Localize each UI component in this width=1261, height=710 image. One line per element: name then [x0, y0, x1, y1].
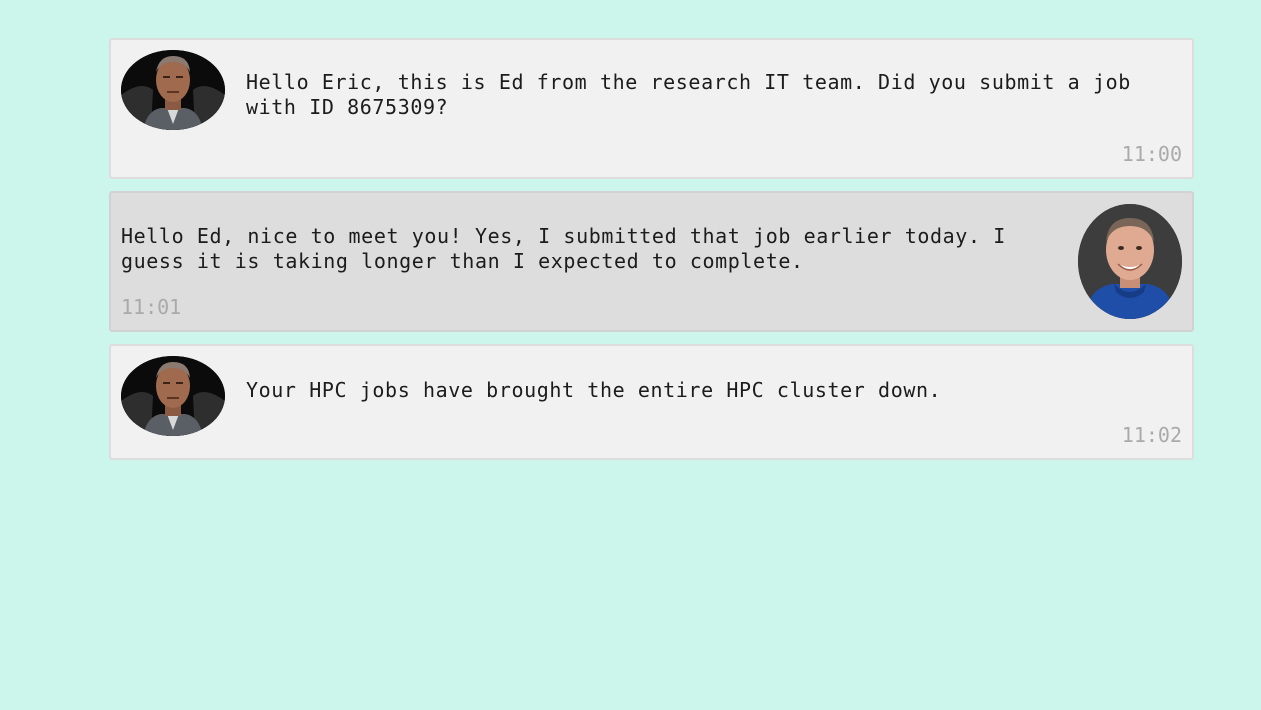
message-text: Hello Ed, nice to meet you! Yes, I submi…: [121, 224, 1019, 273]
ed-avatar-icon: [121, 50, 225, 130]
chat-thread: Hello Eric, this is Ed from the research…: [109, 38, 1194, 472]
chat-message-incoming: Your HPC jobs have brought the entire HP…: [109, 344, 1194, 460]
message-text: Your HPC jobs have brought the entire HP…: [246, 378, 942, 402]
chat-message-incoming: Hello Eric, this is Ed from the research…: [109, 38, 1194, 179]
ed-avatar-icon: [121, 356, 225, 436]
message-timestamp: 11:01: [121, 295, 182, 319]
message-text: Hello Eric, this is Ed from the research…: [246, 70, 1144, 119]
message-timestamp: 11:02: [1121, 423, 1182, 447]
message-timestamp: 11:00: [1121, 142, 1182, 166]
eric-avatar-icon: [1078, 204, 1182, 319]
chat-message-outgoing: Hello Ed, nice to meet you! Yes, I submi…: [109, 191, 1194, 332]
